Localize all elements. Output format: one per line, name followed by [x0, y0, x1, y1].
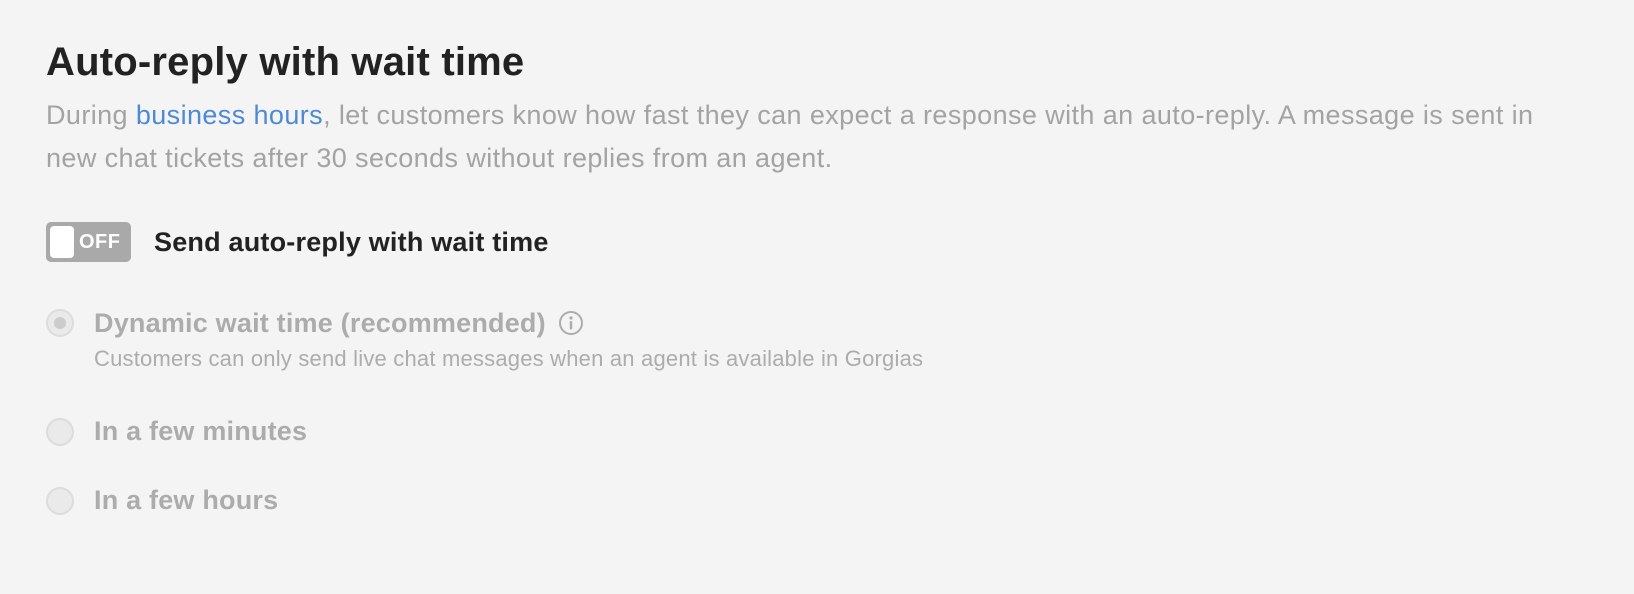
option-few-hours[interactable]: In a few hours	[46, 483, 1634, 517]
option-dynamic-label: Dynamic wait time (recommended)	[94, 308, 546, 338]
toggle-knob	[50, 226, 74, 258]
business-hours-link[interactable]: business hours	[136, 100, 323, 130]
option-few-minutes-label: In a few minutes	[94, 416, 308, 446]
option-few-hours-label: In a few hours	[94, 485, 279, 515]
option-dynamic-label-row: Dynamic wait time (recommended)	[94, 306, 584, 340]
auto-reply-toggle-label: Send auto-reply with wait time	[154, 226, 549, 257]
section-title: Auto-reply with wait time	[46, 40, 525, 84]
section-description: During business hours, let customers kno…	[46, 94, 1586, 180]
auto-reply-toggle[interactable]: OFF	[46, 222, 131, 262]
option-few-minutes[interactable]: In a few minutes	[46, 414, 1634, 483]
info-icon[interactable]	[558, 310, 584, 336]
radio-dynamic-wait-time[interactable]	[46, 309, 74, 337]
wait-time-options: Dynamic wait time (recommended) Customer…	[46, 306, 1634, 517]
description-text-start: During	[46, 100, 136, 130]
auto-reply-toggle-row: OFF Send auto-reply with wait time	[46, 222, 1634, 262]
radio-few-minutes[interactable]	[46, 418, 74, 446]
radio-few-hours[interactable]	[46, 487, 74, 515]
auto-reply-settings-panel: Auto-reply with wait time During busines…	[0, 0, 1634, 594]
option-dynamic-wait-time[interactable]: Dynamic wait time (recommended) Customer…	[46, 306, 1634, 414]
option-dynamic-help: Customers can only send live chat messag…	[94, 346, 924, 371]
toggle-state-text: OFF	[79, 231, 121, 253]
